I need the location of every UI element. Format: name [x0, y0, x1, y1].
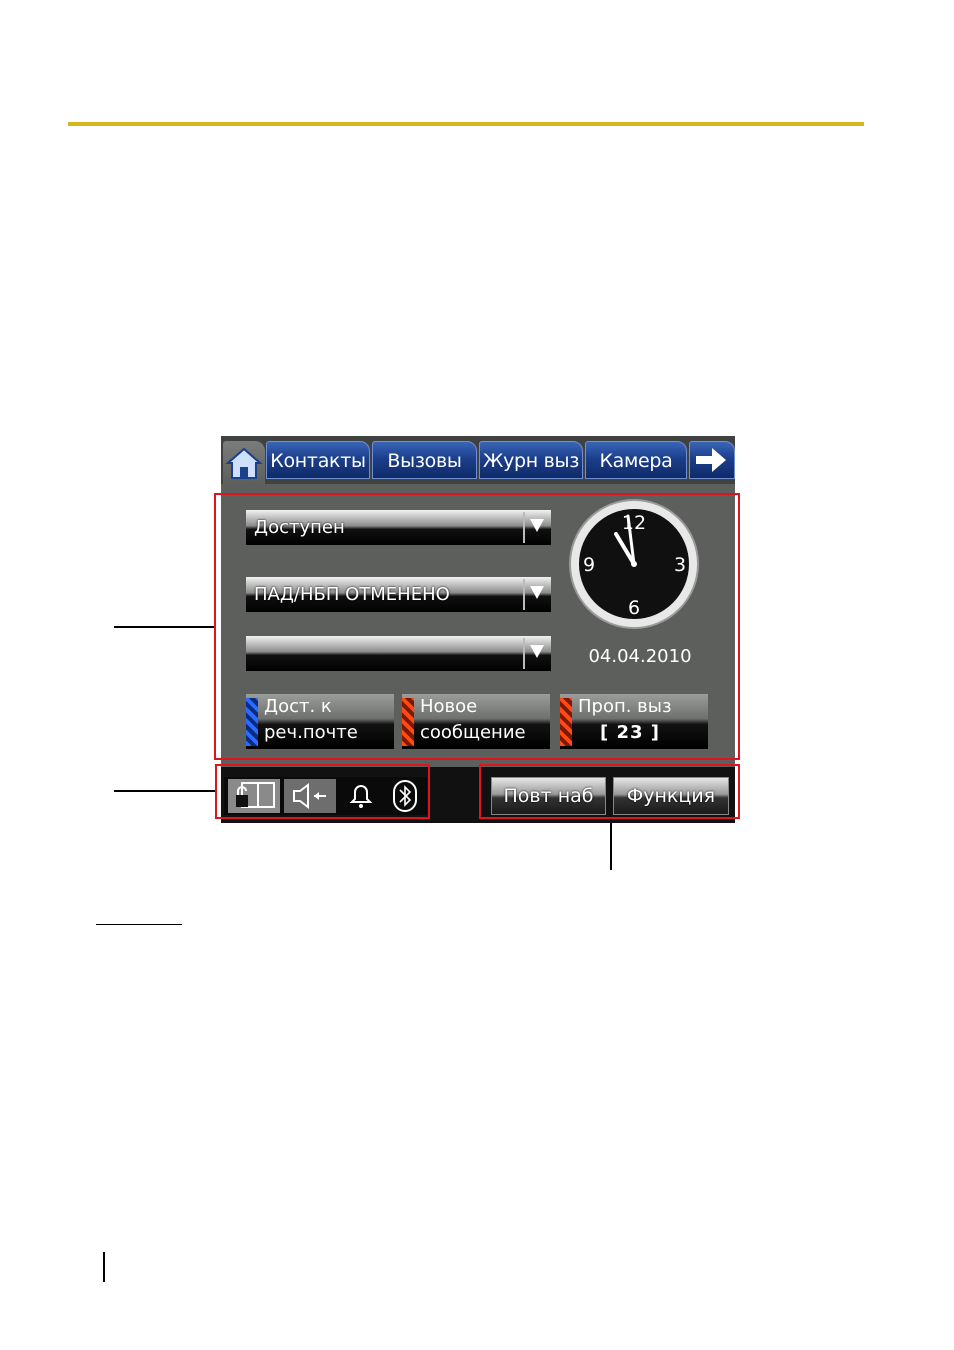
home-icon	[225, 447, 263, 479]
highlight-function-buttons	[479, 764, 740, 819]
callout-line-status-area	[114, 626, 216, 628]
tab-next[interactable]	[689, 441, 735, 479]
footnote-rule	[96, 924, 182, 925]
header-rule	[68, 122, 864, 126]
callout-line-function-buttons	[610, 818, 612, 870]
arrow-right-icon	[696, 448, 726, 472]
tab-contacts[interactable]: Контакты	[266, 441, 370, 479]
highlight-status-area	[214, 493, 740, 760]
tab-bar: Контакты Вызовы Журн выз Камера	[221, 436, 735, 484]
callout-line-status-icons	[114, 790, 216, 792]
highlight-status-icons	[215, 764, 430, 819]
tab-camera[interactable]: Камера	[585, 441, 687, 479]
tab-home[interactable]	[223, 441, 265, 484]
tab-call-log[interactable]: Журн выз	[479, 441, 583, 479]
page-marker	[103, 1252, 105, 1282]
tab-calls[interactable]: Вызовы	[372, 441, 477, 479]
